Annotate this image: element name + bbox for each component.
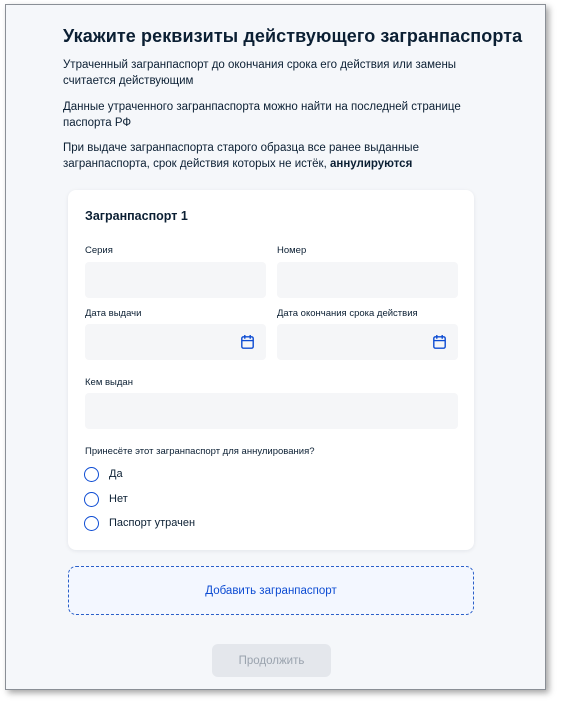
- issue-date-field[interactable]: [85, 324, 266, 360]
- continue-button[interactable]: Продолжить: [212, 644, 331, 677]
- info-text-where: Данные утраченного загранпаспорта можно …: [63, 101, 461, 129]
- passport-card-title: Загранпаспорт 1: [85, 209, 188, 223]
- info-text-annul: При выдаче загранпаспорта старого образц…: [63, 140, 463, 172]
- issued-by-label: Кем выдан: [85, 377, 133, 388]
- series-field[interactable]: [85, 262, 266, 298]
- radio-label: Да: [109, 468, 123, 480]
- expiry-date-field[interactable]: [277, 324, 458, 360]
- radio-button[interactable]: [84, 515, 99, 531]
- radio-label: Паспорт утрачен: [109, 517, 196, 529]
- number-field[interactable]: [277, 262, 458, 298]
- calendar-icon[interactable]: [433, 335, 446, 349]
- expiry-date-label: Дата окончания срока действия: [277, 308, 418, 319]
- info-text-annul-bold: аннулируются: [329, 158, 413, 170]
- window-frame: Укажите реквизиты действующего загранпас…: [5, 4, 546, 690]
- series-label: Серия: [85, 245, 113, 256]
- radio-option-lost[interactable]: Паспорт утрачен: [84, 514, 195, 532]
- add-passport-button[interactable]: Добавить загранпаспорт: [68, 566, 474, 615]
- radio-option-yes[interactable]: Да: [84, 465, 123, 483]
- number-label: Номер: [277, 245, 307, 256]
- radio-label: Нет: [109, 493, 128, 505]
- passport-card: Загранпаспорт 1 Серия Номер Дата выдачи …: [68, 190, 474, 550]
- page-title: Укажите реквизиты действующего загранпас…: [63, 26, 523, 46]
- issued-by-field[interactable]: [85, 393, 458, 429]
- annul-question: Принесёте этот загранпаспорт для аннулир…: [85, 446, 315, 457]
- radio-button[interactable]: [84, 491, 99, 507]
- calendar-icon[interactable]: [241, 335, 254, 349]
- issue-date-label: Дата выдачи: [85, 308, 142, 319]
- radio-button[interactable]: [84, 466, 99, 482]
- info-text-valid: Утраченный загранпаспорт до окончания ср…: [63, 59, 457, 87]
- radio-option-no[interactable]: Нет: [84, 490, 128, 508]
